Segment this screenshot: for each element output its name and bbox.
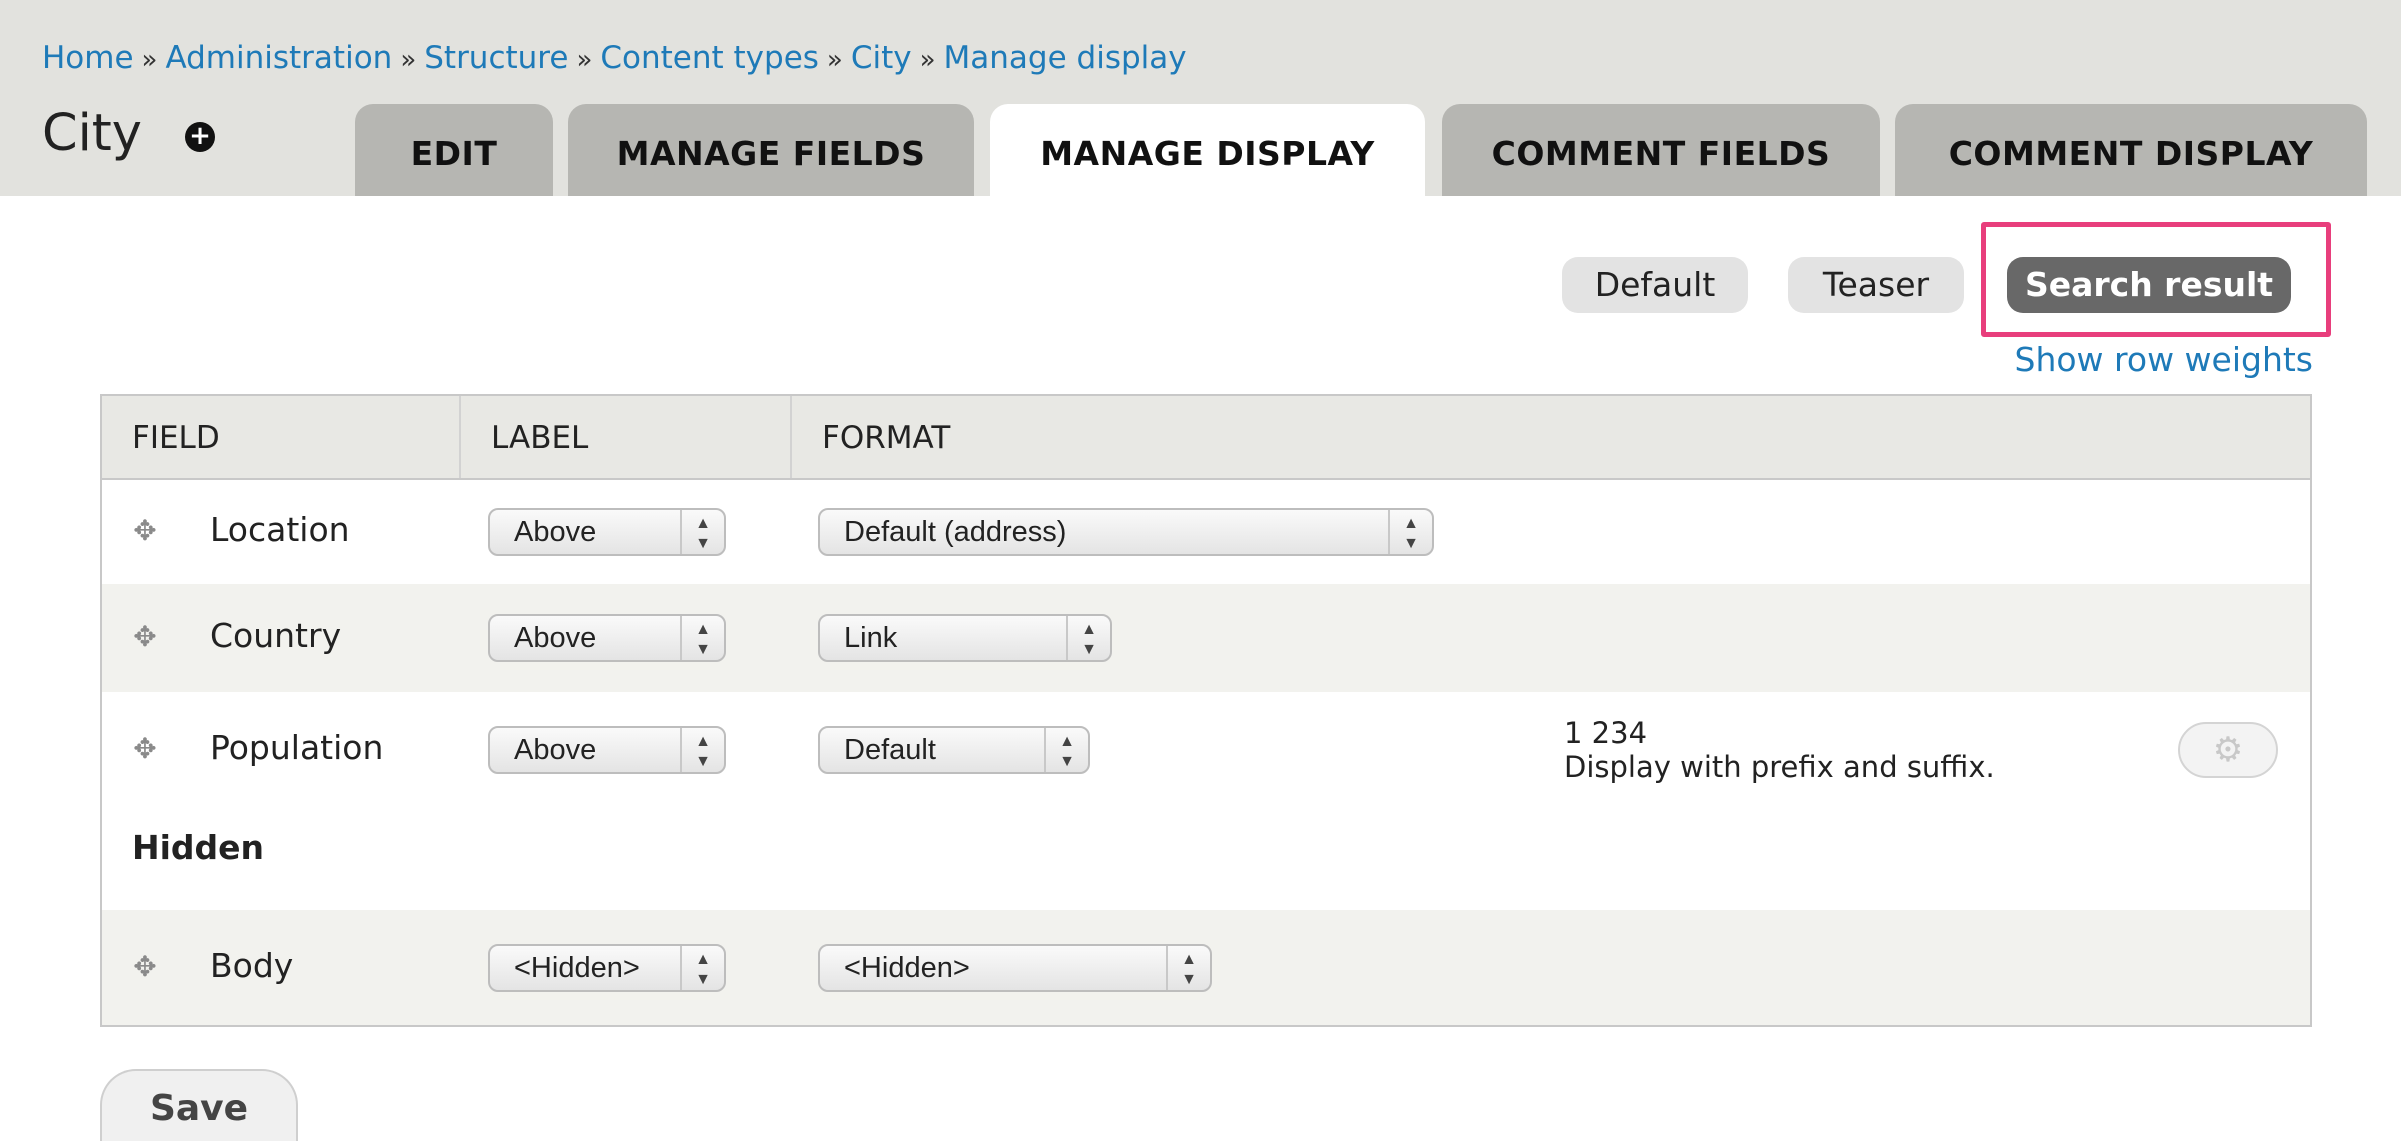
breadcrumb-city[interactable]: City	[851, 40, 912, 76]
label-select-value: Above	[514, 622, 597, 654]
select-arrows-icon: ▲ ▼	[680, 616, 724, 660]
column-header-label: LABEL	[459, 396, 790, 478]
format-select[interactable]: Link ▲ ▼	[818, 614, 1112, 662]
select-arrows-icon: ▲ ▼	[1166, 946, 1210, 990]
breadcrumb: Home» Administration» Structure» Content ty…	[42, 40, 1187, 76]
column-header-field: FIELD	[132, 420, 220, 456]
field-name: Country	[210, 616, 342, 655]
field-name: Body	[210, 946, 294, 985]
page-header: Home» Administration» Structure» Content ty…	[0, 0, 2401, 196]
breadcrumb-separator: »	[919, 45, 936, 75]
format-select[interactable]: Default ▲ ▼	[818, 726, 1090, 774]
breadcrumb-separator: »	[576, 45, 593, 75]
label-select[interactable]: <Hidden> ▲ ▼	[488, 944, 726, 992]
tab-comment-display[interactable]: COMMENT DISPLAY	[1895, 104, 2367, 196]
breadcrumb-separator: »	[141, 45, 158, 75]
label-select-value: Above	[514, 734, 597, 766]
view-mode-default[interactable]: Default	[1562, 257, 1748, 313]
highlight-box	[1981, 222, 2331, 337]
label-select-value: <Hidden>	[514, 952, 640, 984]
format-select-value: Default (address)	[844, 516, 1067, 548]
tab-comment-fields[interactable]: COMMENT FIELDS	[1442, 104, 1880, 196]
drag-handle-icon[interactable]: ✥	[130, 734, 160, 764]
format-select-value: Link	[844, 622, 898, 654]
label-select[interactable]: Above ▲ ▼	[488, 614, 726, 662]
fields-table: FIELD LABEL FORMAT ✥ Location Above ▲ ▼ D…	[100, 394, 2312, 1027]
column-header-format: FORMAT	[790, 396, 2310, 478]
hidden-heading: Hidden	[132, 828, 265, 867]
save-button[interactable]: Save	[100, 1069, 298, 1141]
drag-handle-icon[interactable]: ✥	[130, 516, 160, 546]
format-select[interactable]: <Hidden> ▲ ▼	[818, 944, 1212, 992]
tab-manage-display[interactable]: MANAGE DISPLAY	[990, 104, 1425, 196]
hidden-region: Hidden	[102, 806, 2310, 910]
label-select[interactable]: Above ▲ ▼	[488, 726, 726, 774]
select-arrows-icon: ▲ ▼	[1388, 510, 1432, 554]
field-name: Population	[210, 728, 384, 767]
breadcrumb-content-types[interactable]: Content types	[600, 40, 819, 76]
label-select-value: Above	[514, 516, 597, 548]
format-settings-button[interactable]: ⚙	[2178, 722, 2278, 778]
view-mode-teaser[interactable]: Teaser	[1788, 257, 1964, 313]
drag-handle-icon[interactable]: ✥	[130, 952, 160, 982]
table-row: ✥ Location Above ▲ ▼ Default (address) ▲ ▼	[102, 480, 2310, 584]
breadcrumb-separator: »	[400, 45, 417, 75]
format-select-value: Default	[844, 734, 936, 766]
breadcrumb-home[interactable]: Home	[42, 40, 134, 76]
show-row-weights-link[interactable]: Show row weights	[2015, 340, 2314, 379]
label-select[interactable]: Above ▲ ▼	[488, 508, 726, 556]
plus-circle-icon[interactable]: +	[185, 122, 215, 152]
format-select[interactable]: Default (address) ▲ ▼	[818, 508, 1434, 556]
format-select-value: <Hidden>	[844, 952, 970, 984]
tab-edit[interactable]: EDIT	[355, 104, 553, 196]
breadcrumb-structure[interactable]: Structure	[424, 40, 568, 76]
breadcrumb-separator: »	[826, 45, 843, 75]
breadcrumb-manage-display[interactable]: Manage display	[944, 40, 1187, 76]
format-summary-text: Display with prefix and suffix.	[1564, 750, 1995, 784]
table-row: ✥ Body <Hidden> ▲ ▼ <Hidden> ▲ ▼	[102, 910, 2310, 1025]
select-arrows-icon: ▲ ▼	[680, 946, 724, 990]
table-row: ✥ Country Above ▲ ▼ Link ▲ ▼	[102, 584, 2310, 692]
table-header: FIELD LABEL FORMAT	[102, 396, 2310, 480]
format-summary: 1 234 Display with prefix and suffix.	[1564, 716, 1995, 784]
format-summary-value: 1 234	[1564, 716, 1648, 750]
drag-handle-icon[interactable]: ✥	[130, 622, 160, 652]
field-name: Location	[210, 510, 350, 549]
breadcrumb-administration[interactable]: Administration	[165, 40, 392, 76]
tab-manage-fields[interactable]: MANAGE FIELDS	[568, 104, 974, 196]
select-arrows-icon: ▲ ▼	[1066, 616, 1110, 660]
table-row: ✥ Population Above ▲ ▼ Default ▲ ▼ 1 234 D…	[102, 692, 2310, 806]
select-arrows-icon: ▲ ▼	[680, 510, 724, 554]
select-arrows-icon: ▲ ▼	[680, 728, 724, 772]
select-arrows-icon: ▲ ▼	[1044, 728, 1088, 772]
gear-icon: ⚙	[2212, 730, 2244, 770]
page-title: City	[42, 104, 142, 163]
